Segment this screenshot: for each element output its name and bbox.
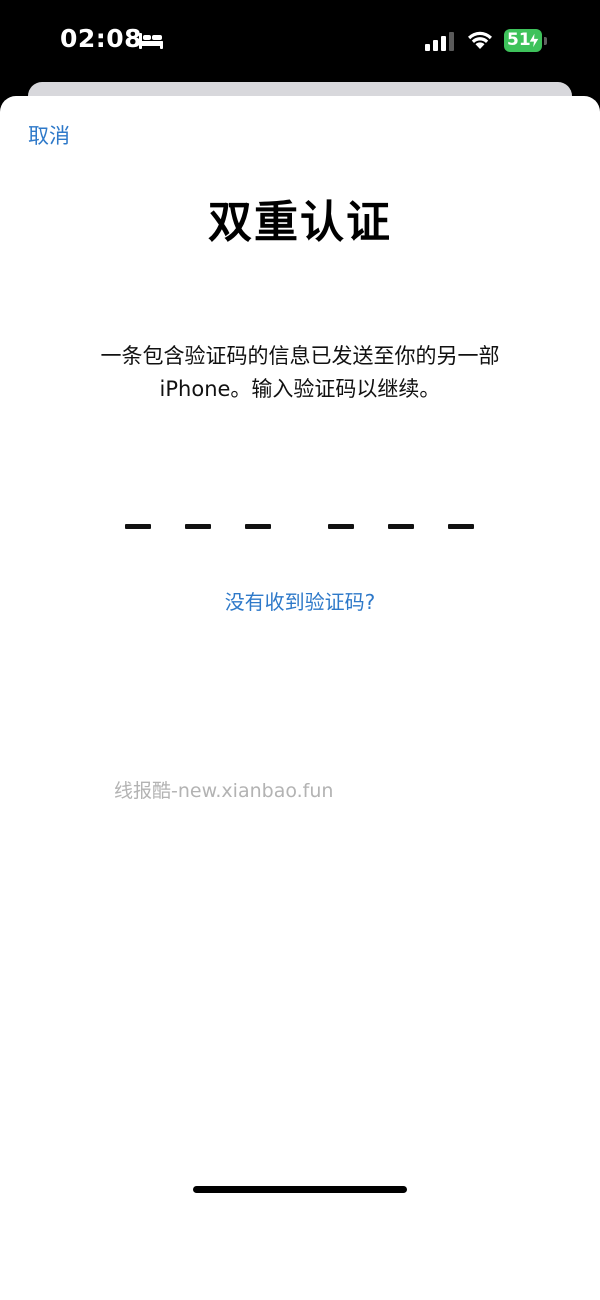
resend-code-link[interactable]: 没有收到验证码? bbox=[0, 586, 600, 615]
code-digit-1[interactable] bbox=[125, 524, 151, 529]
cancel-button[interactable]: 取消 bbox=[28, 120, 70, 150]
two-factor-sheet: 取消 双重认证 一条包含验证码的信息已发送至你的另一部iPhone。输入验证码以… bbox=[0, 96, 600, 1300]
watermark: 线报酷-new.xianbao.fun bbox=[114, 780, 334, 802]
status-time: 02:08 bbox=[60, 24, 143, 53]
page-title: 双重认证 bbox=[208, 197, 392, 248]
wifi-icon bbox=[468, 31, 492, 49]
battery-cap bbox=[544, 37, 547, 45]
bed-icon bbox=[139, 33, 163, 49]
code-digit-3[interactable] bbox=[245, 524, 271, 529]
code-digit-4[interactable] bbox=[328, 524, 354, 529]
description-text: 一条包含验证码的信息已发送至你的另一部iPhone。输入验证码以继续。 bbox=[100, 344, 500, 401]
home-indicator[interactable] bbox=[193, 1186, 407, 1193]
signal-icon bbox=[425, 32, 454, 51]
charging-bolt-icon bbox=[529, 32, 539, 49]
code-digit-6[interactable] bbox=[448, 524, 474, 529]
status-bar: 02:08 51 bbox=[0, 0, 600, 82]
verification-code-input[interactable] bbox=[125, 524, 477, 534]
code-digit-5[interactable] bbox=[388, 524, 414, 529]
code-digit-2[interactable] bbox=[185, 524, 211, 529]
battery-indicator: 51 bbox=[504, 29, 548, 52]
